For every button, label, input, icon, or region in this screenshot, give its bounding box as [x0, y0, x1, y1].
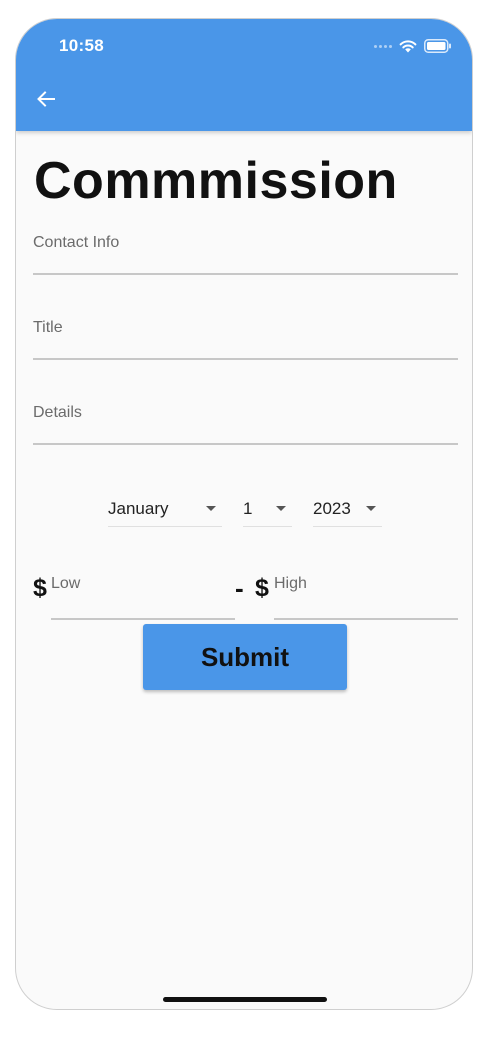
low-price-input[interactable]	[51, 570, 235, 618]
price-range-separator: -	[235, 573, 244, 603]
title-input[interactable]	[33, 314, 458, 358]
year-dropdown[interactable]: 2023	[313, 491, 382, 527]
low-dollar-icon: $	[33, 574, 47, 602]
wifi-icon	[399, 40, 417, 53]
high-price-input[interactable]	[274, 570, 458, 618]
dropdown-caret-icon	[206, 506, 216, 511]
details-input[interactable]	[33, 399, 458, 443]
title-field[interactable]	[33, 314, 458, 360]
dropdown-caret-icon	[276, 506, 286, 511]
month-value: January	[108, 498, 169, 518]
page-title: Commmission	[34, 152, 398, 210]
high-dollar-icon: $	[255, 574, 269, 602]
high-price-field[interactable]	[274, 570, 458, 620]
details-field[interactable]	[33, 399, 458, 445]
phone-screen: 10:58 Commmission Contact Info Title Det…	[15, 18, 473, 1010]
status-icons	[374, 38, 452, 54]
dropdown-caret-icon	[366, 506, 376, 511]
contact-info-input[interactable]	[33, 229, 458, 273]
status-time: 10:58	[59, 36, 104, 55]
month-dropdown[interactable]: January	[108, 491, 222, 527]
battery-icon	[424, 39, 451, 53]
day-value: 1	[243, 498, 253, 518]
low-price-field[interactable]	[51, 570, 235, 620]
back-arrow-icon[interactable]	[34, 87, 58, 111]
cellular-dots-icon	[374, 44, 392, 48]
day-dropdown[interactable]: 1	[243, 491, 292, 527]
home-indicator[interactable]	[163, 997, 327, 1002]
year-value: 2023	[313, 498, 351, 518]
contact-info-field[interactable]	[33, 229, 458, 275]
submit-button[interactable]: Submit	[143, 624, 347, 690]
app-bar: 10:58	[16, 19, 472, 131]
